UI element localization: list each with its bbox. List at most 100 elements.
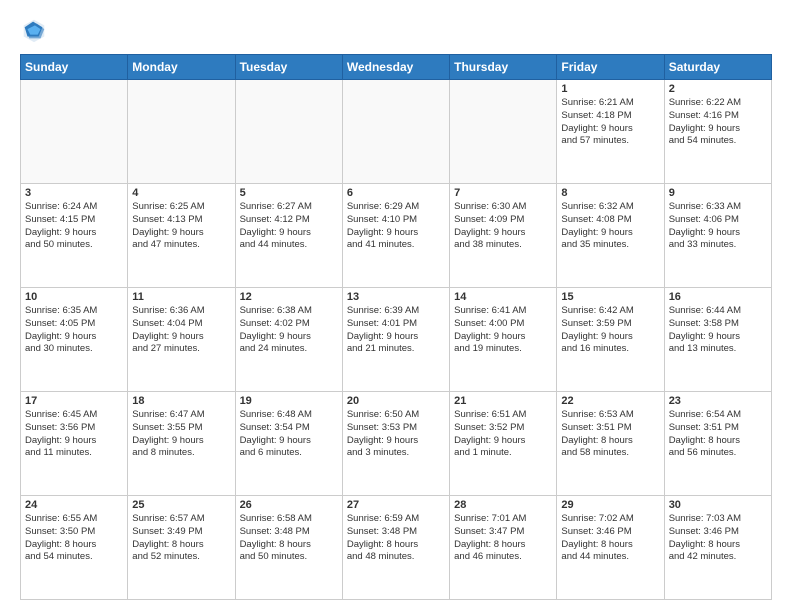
day-info: Sunrise: 6:39 AM Sunset: 4:01 PM Dayligh… [347,305,445,356]
day-number: 14 [454,291,552,303]
day-number: 28 [454,499,552,511]
day-number: 16 [669,291,767,303]
calendar-week-row: 24 Sunrise: 6:55 AM Sunset: 3:50 PM Dayli… [21,496,772,600]
day-info: Sunrise: 6:59 AM Sunset: 3:48 PM Dayligh… [347,513,445,564]
table-row: 18 Sunrise: 6:47 AM Sunset: 3:55 PM Dayli… [128,392,235,496]
table-row: 28 Sunrise: 7:01 AM Sunset: 3:47 PM Dayli… [450,496,557,600]
logo-icon [20,16,48,44]
day-number: 2 [669,83,767,95]
table-row: 23 Sunrise: 6:54 AM Sunset: 3:51 PM Dayli… [664,392,771,496]
table-row: 6 Sunrise: 6:29 AM Sunset: 4:10 PM Daylig… [342,184,449,288]
table-row: 7 Sunrise: 6:30 AM Sunset: 4:09 PM Daylig… [450,184,557,288]
day-info: Sunrise: 6:45 AM Sunset: 3:56 PM Dayligh… [25,409,123,460]
table-row: 2 Sunrise: 6:22 AM Sunset: 4:16 PM Daylig… [664,80,771,184]
day-info: Sunrise: 6:51 AM Sunset: 3:52 PM Dayligh… [454,409,552,460]
calendar-week-row: 17 Sunrise: 6:45 AM Sunset: 3:56 PM Dayli… [21,392,772,496]
day-number: 30 [669,499,767,511]
calendar-header-row: Sunday Monday Tuesday Wednesday Thursday… [21,55,772,80]
day-number: 15 [561,291,659,303]
page: Sunday Monday Tuesday Wednesday Thursday… [0,0,792,612]
day-info: Sunrise: 6:47 AM Sunset: 3:55 PM Dayligh… [132,409,230,460]
calendar-week-row: 1Sunrise: 6:21 AM Sunset: 4:18 PM Daylig… [21,80,772,184]
day-number: 3 [25,187,123,199]
day-info: Sunrise: 6:53 AM Sunset: 3:51 PM Dayligh… [561,409,659,460]
day-info: Sunrise: 6:55 AM Sunset: 3:50 PM Dayligh… [25,513,123,564]
table-row: 30 Sunrise: 7:03 AM Sunset: 3:46 PM Dayli… [664,496,771,600]
col-saturday: Saturday [664,55,771,80]
day-info: Sunrise: 6:29 AM Sunset: 4:10 PM Dayligh… [347,201,445,252]
day-info: Sunrise: 6:57 AM Sunset: 3:49 PM Dayligh… [132,513,230,564]
day-info: Sunrise: 6:25 AM Sunset: 4:13 PM Dayligh… [132,201,230,252]
table-row: 22Sunrise: 6:53 AM Sunset: 3:51 PM Dayli… [557,392,664,496]
day-number: 18 [132,395,230,407]
table-row: 21 Sunrise: 6:51 AM Sunset: 3:52 PM Dayli… [450,392,557,496]
table-row [21,80,128,184]
table-row: 27 Sunrise: 6:59 AM Sunset: 3:48 PM Dayli… [342,496,449,600]
col-thursday: Thursday [450,55,557,80]
table-row: 17 Sunrise: 6:45 AM Sunset: 3:56 PM Dayli… [21,392,128,496]
table-row: 13Sunrise: 6:39 AM Sunset: 4:01 PM Dayli… [342,288,449,392]
day-info: Sunrise: 6:27 AM Sunset: 4:12 PM Dayligh… [240,201,338,252]
day-info: Sunrise: 6:48 AM Sunset: 3:54 PM Dayligh… [240,409,338,460]
day-info: Sunrise: 6:35 AM Sunset: 4:05 PM Dayligh… [25,305,123,356]
day-number: 21 [454,395,552,407]
day-number: 10 [25,291,123,303]
table-row [450,80,557,184]
day-number: 25 [132,499,230,511]
day-info: Sunrise: 6:24 AM Sunset: 4:15 PM Dayligh… [25,201,123,252]
table-row: 3 Sunrise: 6:24 AM Sunset: 4:15 PM Daylig… [21,184,128,288]
day-info: Sunrise: 6:44 AM Sunset: 3:58 PM Dayligh… [669,305,767,356]
table-row: 25 Sunrise: 6:57 AM Sunset: 3:49 PM Dayli… [128,496,235,600]
table-row: 14 Sunrise: 6:41 AM Sunset: 4:00 PM Dayli… [450,288,557,392]
day-info: Sunrise: 7:02 AM Sunset: 3:46 PM Dayligh… [561,513,659,564]
day-number: 24 [25,499,123,511]
day-number: 27 [347,499,445,511]
day-number: 5 [240,187,338,199]
day-info: Sunrise: 7:03 AM Sunset: 3:46 PM Dayligh… [669,513,767,564]
calendar-week-row: 10 Sunrise: 6:35 AM Sunset: 4:05 PM Dayli… [21,288,772,392]
day-info: Sunrise: 6:42 AM Sunset: 3:59 PM Dayligh… [561,305,659,356]
table-row: 8 Sunrise: 6:32 AM Sunset: 4:08 PM Daylig… [557,184,664,288]
day-info: Sunrise: 6:38 AM Sunset: 4:02 PM Dayligh… [240,305,338,356]
day-info: Sunrise: 7:01 AM Sunset: 3:47 PM Dayligh… [454,513,552,564]
day-info: Sunrise: 6:54 AM Sunset: 3:51 PM Dayligh… [669,409,767,460]
table-row [128,80,235,184]
day-info: Sunrise: 6:36 AM Sunset: 4:04 PM Dayligh… [132,305,230,356]
table-row: 12 Sunrise: 6:38 AM Sunset: 4:02 PM Dayli… [235,288,342,392]
table-row: 10 Sunrise: 6:35 AM Sunset: 4:05 PM Dayli… [21,288,128,392]
day-number: 29 [561,499,659,511]
logo [20,16,52,44]
day-number: 6 [347,187,445,199]
day-number: 7 [454,187,552,199]
day-number: 20 [347,395,445,407]
table-row [235,80,342,184]
day-info: Sunrise: 6:41 AM Sunset: 4:00 PM Dayligh… [454,305,552,356]
day-number: 26 [240,499,338,511]
day-number: 11 [132,291,230,303]
day-info: Sunrise: 6:33 AM Sunset: 4:06 PM Dayligh… [669,201,767,252]
day-number: 19 [240,395,338,407]
table-row [342,80,449,184]
col-monday: Monday [128,55,235,80]
table-row: 15 Sunrise: 6:42 AM Sunset: 3:59 PM Dayli… [557,288,664,392]
table-row: 29 Sunrise: 7:02 AM Sunset: 3:46 PM Dayli… [557,496,664,600]
table-row: 19 Sunrise: 6:48 AM Sunset: 3:54 PM Dayli… [235,392,342,496]
table-row: 26 Sunrise: 6:58 AM Sunset: 3:48 PM Dayli… [235,496,342,600]
table-row: 5 Sunrise: 6:27 AM Sunset: 4:12 PM Daylig… [235,184,342,288]
calendar-table: Sunday Monday Tuesday Wednesday Thursday… [20,54,772,600]
day-number: 12 [240,291,338,303]
day-info: Sunrise: 6:30 AM Sunset: 4:09 PM Dayligh… [454,201,552,252]
day-number: 4 [132,187,230,199]
header [20,16,772,44]
day-info: Sunrise: 6:22 AM Sunset: 4:16 PM Dayligh… [669,97,767,148]
calendar-week-row: 3 Sunrise: 6:24 AM Sunset: 4:15 PM Daylig… [21,184,772,288]
day-info: Sunrise: 6:58 AM Sunset: 3:48 PM Dayligh… [240,513,338,564]
table-row: 1Sunrise: 6:21 AM Sunset: 4:18 PM Daylig… [557,80,664,184]
day-info: Sunrise: 6:50 AM Sunset: 3:53 PM Dayligh… [347,409,445,460]
day-number: 8 [561,187,659,199]
table-row: 4 Sunrise: 6:25 AM Sunset: 4:13 PM Daylig… [128,184,235,288]
day-info: Sunrise: 6:32 AM Sunset: 4:08 PM Dayligh… [561,201,659,252]
day-number: 23 [669,395,767,407]
day-number: 17 [25,395,123,407]
table-row: 11 Sunrise: 6:36 AM Sunset: 4:04 PM Dayli… [128,288,235,392]
